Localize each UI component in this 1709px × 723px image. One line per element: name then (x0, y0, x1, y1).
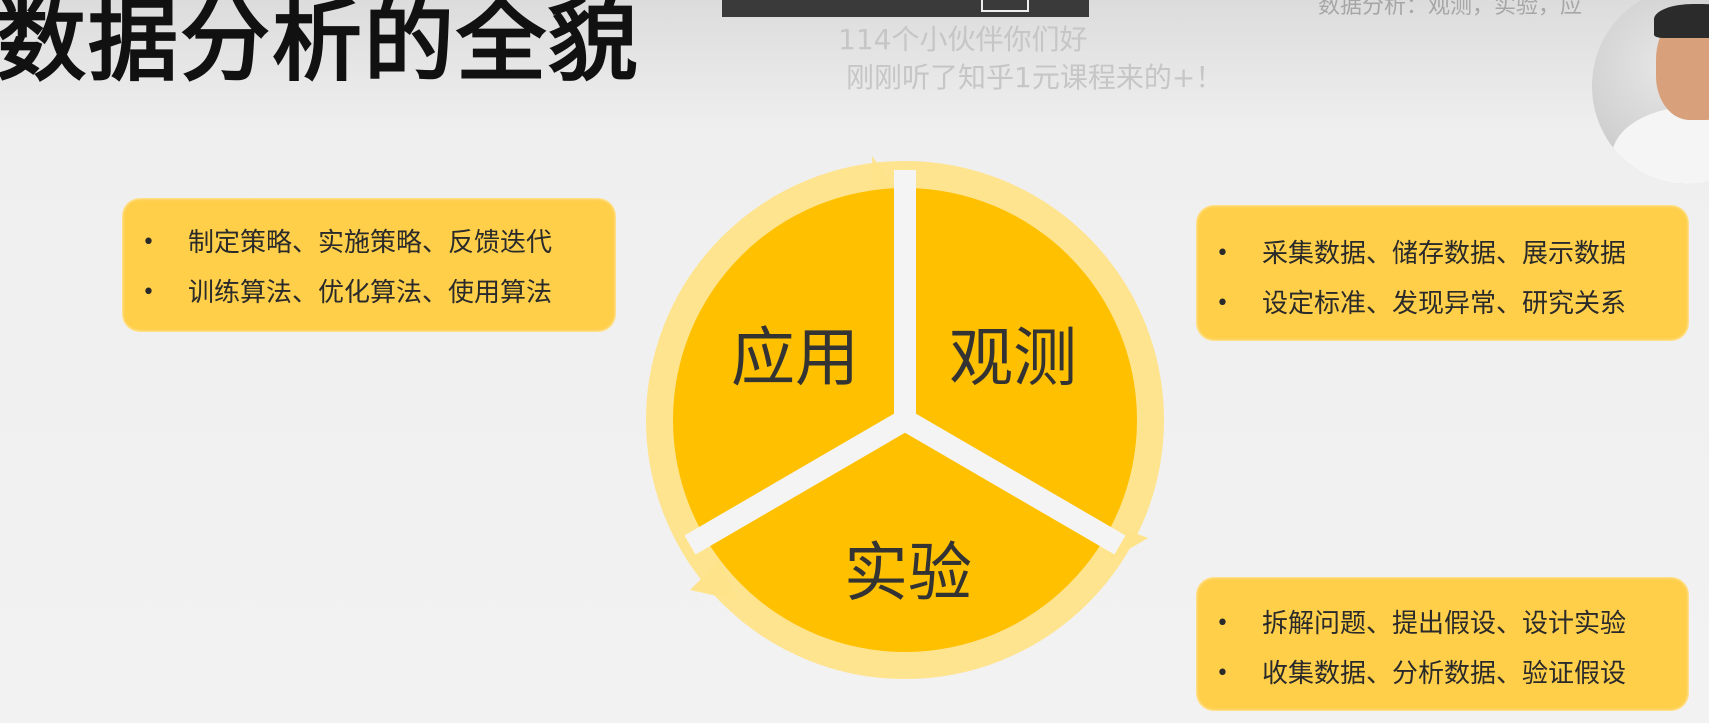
experiment-box: • 拆解问题、提出假设、设计实验 • 收集数据、分析数据、验证假设 (1196, 577, 1689, 711)
list-item-text: 采集数据、储存数据、展示数据 (1262, 239, 1627, 269)
bullet: • (1216, 661, 1229, 686)
bullet: • (1216, 611, 1229, 636)
segment-label-observation: 观测 (949, 322, 1077, 396)
bullet: • (142, 280, 155, 305)
list-item: • 设定标准、发现异常、研究关系 (1196, 279, 1689, 329)
list-item: • 采集数据、储存数据、展示数据 (1196, 229, 1689, 279)
list-item-text: 设定标准、发现异常、研究关系 (1262, 289, 1627, 319)
list-item: • 训练算法、优化算法、使用算法 (122, 268, 616, 318)
segment-label-experiment: 实验 (844, 537, 972, 611)
list-item: • 拆解问题、提出假设、设计实验 (1196, 599, 1689, 649)
list-item: • 收集数据、分析数据、验证假设 (1196, 649, 1689, 699)
list-item-text: 收集数据、分析数据、验证假设 (1262, 659, 1627, 689)
list-item-text: 制定策略、实施策略、反馈迭代 (188, 228, 553, 258)
list-item-text: 训练算法、优化算法、使用算法 (188, 278, 553, 308)
segment-label-application: 应用 (731, 322, 859, 396)
list-item-text: 拆解问题、提出假设、设计实验 (1262, 609, 1627, 639)
list-item: • 制定策略、实施策略、反馈迭代 (122, 218, 616, 268)
bullet: • (1216, 291, 1229, 316)
bullet: • (1216, 241, 1229, 266)
observation-box: • 采集数据、储存数据、展示数据 • 设定标准、发现异常、研究关系 (1196, 205, 1689, 341)
bullet: • (142, 230, 155, 255)
application-box: • 制定策略、实施策略、反馈迭代 • 训练算法、优化算法、使用算法 (122, 198, 616, 332)
